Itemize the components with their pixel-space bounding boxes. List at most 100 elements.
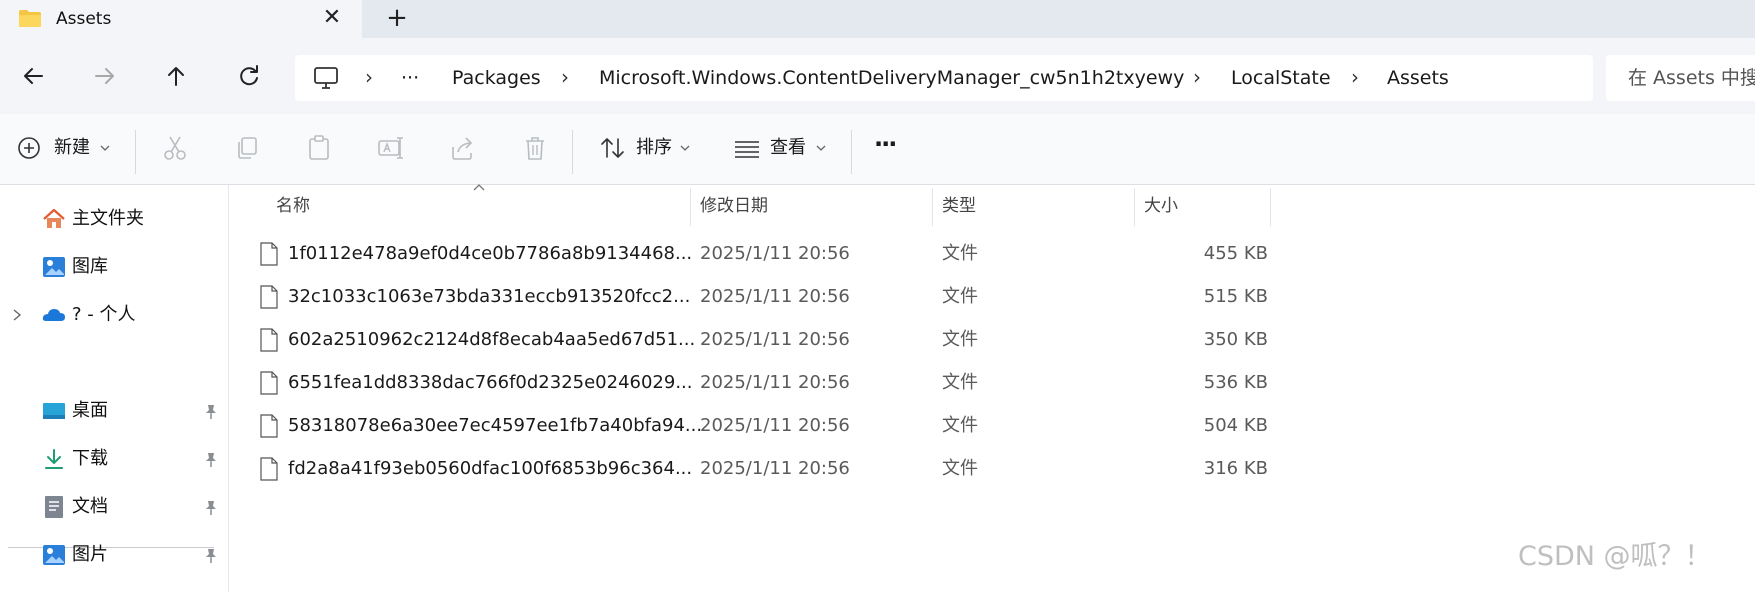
nav-item-documents[interactable]: 文档 — [0, 487, 228, 527]
file-row[interactable]: 1f0112e478a9ef0d4ce0b7786a8b9134468... 2… — [248, 233, 1268, 275]
file-modified: 2025/1/11 20:56 — [700, 372, 850, 393]
nav-item-downloads[interactable]: 下载 — [0, 439, 228, 479]
breadcrumb-separator[interactable]: › — [1351, 65, 1359, 89]
column-divider[interactable] — [1270, 188, 1271, 226]
arrow-up-icon — [168, 67, 184, 86]
nav-item-home[interactable]: 主文件夹 — [0, 199, 228, 239]
delete-button[interactable] — [520, 130, 552, 166]
file-type: 文件 — [942, 329, 978, 350]
copy-icon — [238, 137, 257, 159]
cut-button[interactable] — [160, 130, 192, 166]
up-button[interactable] — [158, 58, 194, 94]
nav-item-pictures[interactable]: 图片 — [0, 535, 228, 575]
view-button[interactable]: 查看 — [732, 130, 832, 166]
breadcrumb-packages[interactable]: Packages — [452, 67, 541, 89]
nav-item-gallery[interactable]: 图库 — [0, 247, 228, 287]
column-divider[interactable] — [1134, 188, 1135, 226]
file-modified: 2025/1/11 20:56 — [700, 415, 850, 436]
file-name: 6551fea1dd8338dac766f0d2325e0246029... — [288, 372, 693, 393]
file-type: 文件 — [942, 415, 978, 436]
file-size: 350 KB — [1203, 329, 1268, 350]
file-name: 58318078e6a30ee7ec4597ee1fb7a40bfa94... — [288, 415, 703, 436]
gallery-icon — [43, 257, 65, 277]
chevron-right-icon[interactable] — [10, 306, 24, 324]
file-type: 文件 — [942, 458, 978, 479]
documents-icon — [45, 496, 63, 518]
column-header-name[interactable]: 名称 — [276, 186, 686, 226]
view-label: 查看 — [770, 137, 806, 158]
nav-item-label: 下载 — [72, 448, 108, 469]
copy-button[interactable] — [232, 130, 264, 166]
pane-divider[interactable] — [228, 185, 229, 592]
paste-button[interactable] — [304, 130, 336, 166]
file-icon — [260, 328, 278, 352]
file-row[interactable]: fd2a8a41f93eb0560dfac100f6853b96c364... … — [248, 448, 1268, 490]
column-header-type[interactable]: 类型 — [942, 186, 1122, 226]
file-icon — [260, 242, 278, 266]
new-tab-button[interactable]: + — [382, 4, 412, 34]
column-divider[interactable] — [932, 188, 933, 226]
file-row[interactable]: 58318078e6a30ee7ec4597ee1fb7a40bfa94... … — [248, 405, 1268, 447]
refresh-button[interactable] — [231, 58, 267, 94]
column-header-size[interactable]: 大小 — [1144, 186, 1264, 226]
file-size: 515 KB — [1203, 286, 1268, 307]
download-icon — [45, 449, 63, 469]
navigation-pane: 主文件夹 图库 ? - 个人 桌面 下载 文档 图片 — [0, 185, 228, 592]
file-type: 文件 — [942, 243, 978, 264]
breadcrumb-separator[interactable]: › — [1193, 65, 1201, 89]
desktop-icon — [43, 403, 65, 419]
sort-button[interactable]: 排序 — [598, 130, 698, 166]
pin-icon[interactable] — [204, 404, 218, 420]
file-row[interactable]: 602a2510962c2124d8f8ecab4aa5ed67d51... 2… — [248, 319, 1268, 361]
file-row[interactable]: 32c1033c1063e73bda331eccb913520fcc2... 2… — [248, 276, 1268, 318]
chevron-down-icon — [816, 145, 826, 151]
file-modified: 2025/1/11 20:56 — [700, 458, 850, 479]
file-name: 1f0112e478a9ef0d4ce0b7786a8b9134468... — [288, 243, 693, 264]
rename-button[interactable] — [376, 130, 408, 166]
breadcrumb-localstate[interactable]: LocalState — [1231, 67, 1331, 89]
new-label: 新建 — [54, 137, 90, 158]
file-modified: 2025/1/11 20:56 — [700, 286, 850, 307]
pin-icon[interactable] — [204, 452, 218, 468]
close-tab-icon[interactable]: ✕ — [318, 4, 346, 32]
column-divider[interactable] — [690, 188, 691, 226]
file-name: 32c1033c1063e73bda331eccb913520fcc2... — [288, 286, 691, 307]
tab-strip: Assets ✕ + — [0, 0, 1755, 38]
share-icon — [452, 137, 473, 160]
address-bar[interactable]: › ··· Packages › Microsoft.Windows.Conte… — [295, 55, 1593, 101]
forward-button[interactable] — [87, 58, 123, 94]
more-options-button[interactable]: ··· — [874, 130, 904, 166]
new-button[interactable]: 新建 — [16, 130, 116, 166]
share-button[interactable] — [448, 130, 480, 166]
chevron-down-icon — [100, 145, 110, 151]
back-button[interactable] — [15, 58, 51, 94]
file-icon — [260, 457, 278, 481]
home-icon — [43, 208, 65, 228]
breadcrumb-separator[interactable]: › — [561, 65, 569, 89]
breadcrumb-overflow[interactable]: ··· — [401, 67, 419, 89]
view-list-icon — [735, 141, 759, 158]
pin-icon[interactable] — [204, 500, 218, 516]
tab-assets[interactable]: Assets ✕ — [0, 0, 362, 38]
scissors-icon — [164, 136, 186, 160]
nav-item-label: 主文件夹 — [72, 208, 144, 229]
search-input[interactable]: 在 Assets 中搜 — [1606, 55, 1755, 101]
file-row[interactable]: 6551fea1dd8338dac766f0d2325e0246029... 2… — [248, 362, 1268, 404]
trash-icon — [526, 137, 544, 160]
breadcrumb-assets[interactable]: Assets — [1387, 67, 1449, 89]
nav-item-label: 图片 — [72, 544, 108, 565]
breadcrumb-separator[interactable]: › — [365, 65, 373, 89]
nav-item-label: 桌面 — [72, 400, 108, 421]
pin-icon[interactable] — [204, 548, 218, 564]
breadcrumb-contentdeliverymanager[interactable]: Microsoft.Windows.ContentDeliveryManager… — [599, 67, 1184, 89]
file-name: fd2a8a41f93eb0560dfac100f6853b96c364... — [288, 458, 693, 479]
folder-icon — [19, 10, 41, 27]
computer-icon — [314, 67, 338, 89]
nav-item-onedrive[interactable]: ? - 个人 — [0, 295, 228, 335]
file-icon — [260, 414, 278, 438]
nav-item-label: ? - 个人 — [72, 304, 136, 325]
onedrive-icon — [42, 309, 65, 321]
column-header-modified[interactable]: 修改日期 — [700, 186, 920, 226]
add-circle-icon — [18, 137, 40, 159]
nav-item-desktop[interactable]: 桌面 — [0, 391, 228, 431]
